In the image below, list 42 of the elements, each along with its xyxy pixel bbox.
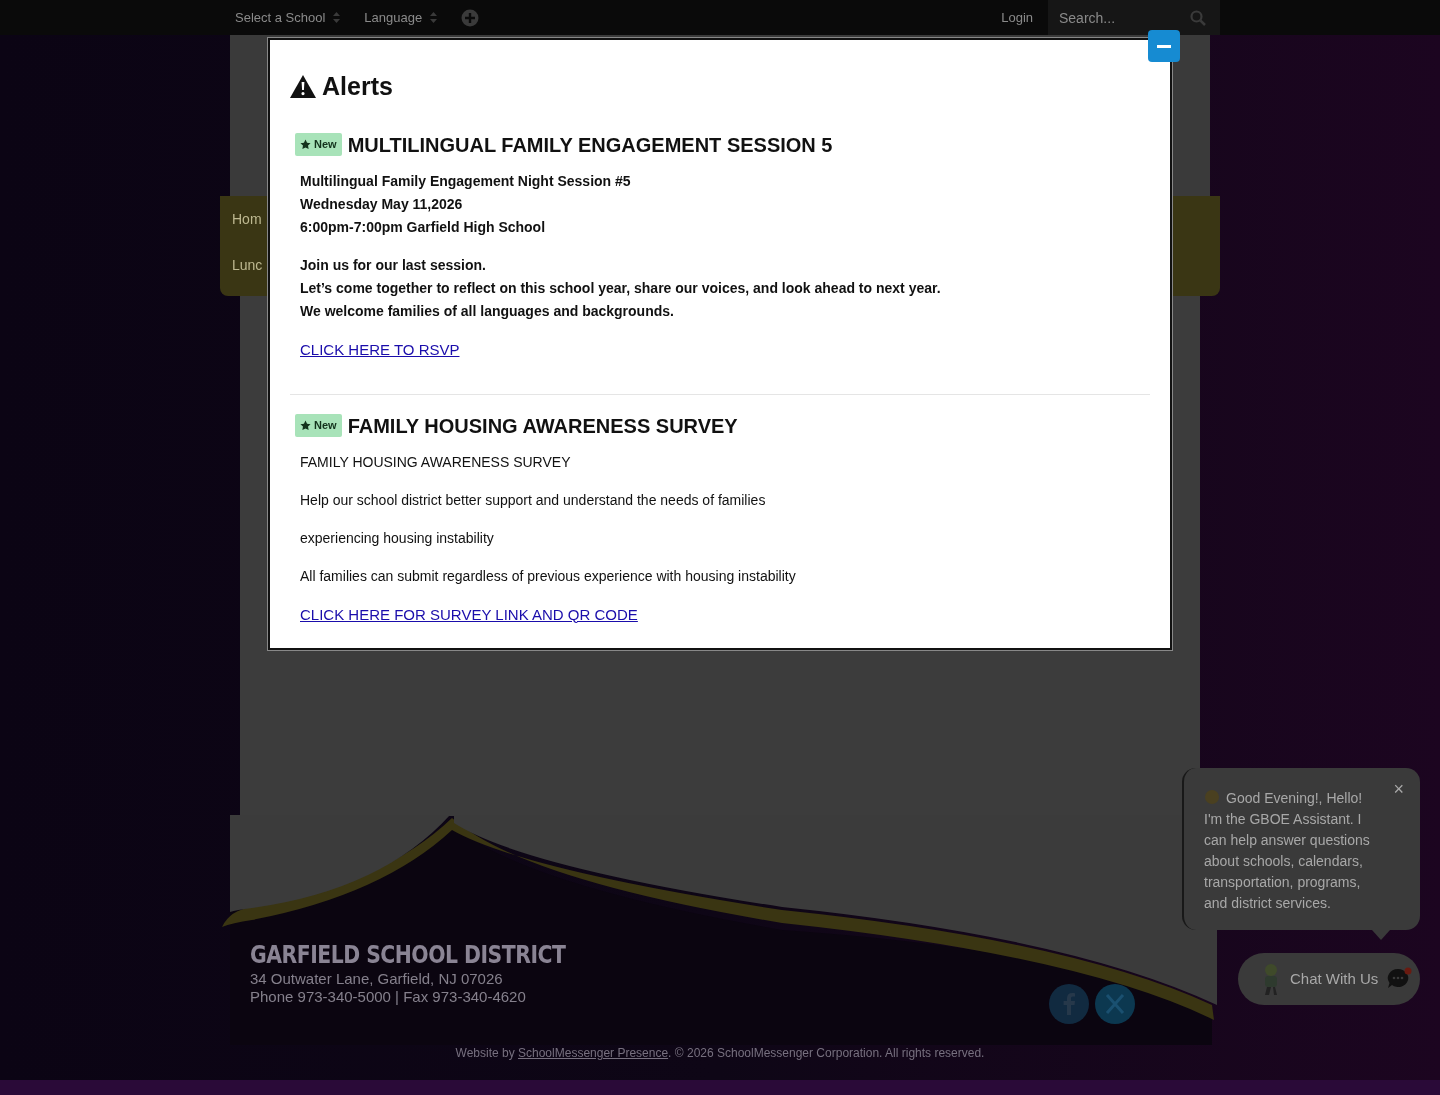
district-name: GARFIELD SCHOOL DISTRICT [250, 940, 566, 970]
alert-text: We welcome families of all languages and backgrounds. [300, 301, 675, 321]
alert-link[interactable]: CLICK HERE TO RSVP [300, 337, 460, 361]
alert-link[interactable]: CLICK HERE FOR SURVEY LINK AND QR CODE [300, 602, 638, 626]
dropdown[interactable]: Select a School [235, 7, 341, 28]
add-icon[interactable] [461, 8, 480, 27]
login-link[interactable]: Login [1001, 7, 1033, 28]
caret-icon [430, 12, 438, 23]
close-button[interactable]: × [1393, 780, 1404, 798]
new-badge: New [295, 414, 342, 437]
alerts-title: Alerts [322, 71, 393, 102]
warning-icon [290, 75, 316, 99]
dropdown[interactable]: Language [364, 7, 438, 28]
minimize-button[interactable] [1148, 30, 1180, 62]
alert-text: Multilingual Family Engagement Night Session #5 [300, 171, 632, 191]
minimize-icon [1157, 44, 1171, 48]
alert-heading: MULTILINGUAL FAMILY ENGAGEMENT SESSION 5 [347, 132, 833, 158]
alert-heading: FAMILY HOUSING AWARENESS SURVEY [347, 413, 738, 439]
address-text: 34 Outwater Lane, Garfield, NJ 07026 [250, 970, 504, 988]
alert-text: Join us for our last session. [300, 255, 487, 275]
alert-text: FAMILY HOUSING AWARENESS SURVEY [300, 452, 572, 472]
nav-link[interactable]: Hom [232, 212, 262, 226]
search-field[interactable]: Search... [1048, 0, 1220, 35]
chat-greeting: Good Evening!, Hello! I'm the GBOE Assistant. I can help answer questions about schools, calendars, transportation, programs, and district services. [1204, 788, 1371, 913]
facebook-icon[interactable] [1049, 984, 1089, 1024]
new-badge: New [295, 133, 342, 156]
alert-text: All families can submit regardless of previous experience with housing instability [300, 566, 797, 586]
x-icon[interactable] [1095, 984, 1135, 1024]
alert-text: Let’s come together to reflect on this school year, share our voices, and look ahead to next year. [300, 278, 942, 298]
chat-icon [1386, 967, 1413, 991]
alert-text: 6:00pm-7:00pm Garfield High School [300, 217, 547, 237]
nav-link[interactable]: Lunc [232, 258, 263, 272]
credit-text: Website by SchoolMessenger Presence. © 2026 SchoolMessenger Corporation. All rights reserved. [454, 1045, 986, 1062]
search-icon[interactable] [1190, 10, 1206, 26]
alert-text: Help our school district better support and understand the needs of families [300, 490, 767, 510]
alert-text: experiencing housing instability [300, 528, 495, 548]
contact-text: Phone 973-340-5000 | Fax 973-340-4620 [250, 988, 527, 1006]
star-icon [300, 420, 311, 431]
star-icon [300, 139, 311, 150]
alert-text: Wednesday May 11,2026 [300, 194, 464, 214]
caret-icon [333, 12, 341, 23]
chat-button[interactable]: Chat With Us [1238, 953, 1420, 1005]
